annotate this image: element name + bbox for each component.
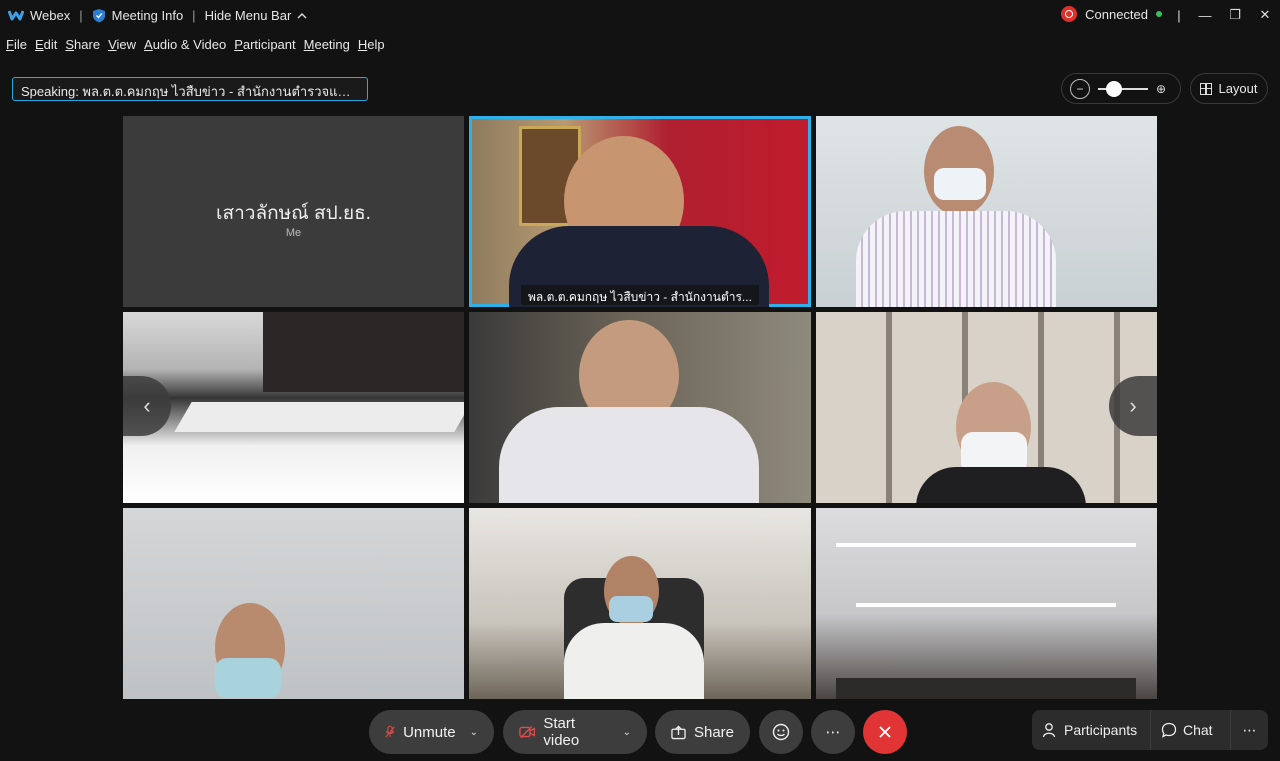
meeting-info-label: Meeting Info <box>111 7 184 23</box>
zoom-control[interactable]: − ⊕ <box>1061 73 1181 104</box>
start-video-label: Start video <box>543 715 580 749</box>
video-tile-me[interactable]: เสาวลักษณ์ สป.ยธ. Me <box>123 116 464 307</box>
video-tile-active-speaker[interactable]: พล.ต.ต.คมกฤษ ไวสืบข่าว - สำนักงานตำร... <box>469 116 811 307</box>
layout-label: Layout <box>1218 81 1258 96</box>
restore-icon[interactable]: ❐ <box>1220 7 1250 23</box>
more-icon: ⋯ <box>1242 721 1257 738</box>
app-brand: Webex <box>8 8 70 23</box>
chat-bubble-icon <box>1161 722 1177 738</box>
video-tile-participant-3[interactable] <box>816 116 1157 307</box>
person-icon <box>1042 723 1056 738</box>
hide-menu-bar-button[interactable]: Hide Menu Bar <box>205 8 308 23</box>
grid-icon <box>1200 82 1213 95</box>
leave-meeting-button[interactable] <box>863 710 907 754</box>
connected-indicator-icon <box>1156 11 1162 17</box>
minimize-icon[interactable]: — <box>1190 8 1220 23</box>
menu-file[interactable]: File <box>6 37 27 52</box>
layout-button[interactable]: Layout <box>1190 73 1268 104</box>
zoom-in-icon[interactable]: ⊕ <box>1156 82 1166 96</box>
share-label: Share <box>693 723 734 741</box>
menu-edit[interactable]: Edit <box>35 37 57 52</box>
menu-share[interactable]: Share <box>65 37 100 52</box>
face-mask <box>609 596 653 622</box>
face-mask <box>934 168 986 200</box>
window-controls: | — ❐ ✕ <box>1168 0 1280 30</box>
video-off-icon <box>519 726 536 738</box>
participant-body <box>499 407 759 503</box>
start-video-button[interactable]: Start video ⌄ <box>503 710 647 754</box>
meeting-info-button[interactable]: Meeting Info <box>92 7 184 23</box>
meeting-table <box>836 678 1136 699</box>
menu-bar: File Edit Share View Audio & Video Parti… <box>6 37 385 52</box>
share-button[interactable]: Share <box>655 710 750 754</box>
title-bar: Webex | Meeting Info | Hide Menu Bar Con… <box>0 0 1280 30</box>
hide-menu-bar-label: Hide Menu Bar <box>204 7 292 23</box>
microphone-muted-icon <box>385 725 395 738</box>
menu-participant[interactable]: Participant <box>234 37 295 52</box>
reactions-button[interactable] <box>759 710 803 754</box>
menu-audio-video[interactable]: Audio & Video <box>144 37 226 52</box>
face-mask <box>215 658 281 698</box>
menu-meeting[interactable]: Meeting <box>304 37 350 52</box>
recording-icon <box>1061 6 1078 22</box>
ceiling-light <box>856 603 1116 607</box>
zoom-out-icon[interactable]: − <box>1070 78 1090 99</box>
video-tile-participant-6[interactable] <box>816 312 1157 503</box>
zoom-slider-handle[interactable] <box>1106 80 1122 97</box>
video-tile-participant-8[interactable] <box>469 508 811 699</box>
chevron-down-icon[interactable]: ⌄ <box>470 727 478 738</box>
more-panels-button[interactable]: ⋯ <box>1230 710 1268 750</box>
chat-button[interactable]: Chat <box>1150 710 1230 750</box>
video-tile-participant-7[interactable] <box>123 508 464 699</box>
close-icon[interactable]: ✕ <box>1250 7 1280 23</box>
participant-body <box>916 467 1086 503</box>
more-icon: ⋯ <box>825 724 841 741</box>
shield-icon <box>92 8 105 22</box>
separator-bar-icon: | <box>1177 7 1181 23</box>
ceiling-light <box>836 543 1136 547</box>
self-name: เสาวลักษณ์ สป.ยธ. <box>216 203 371 224</box>
connection-status-label: Connected <box>1085 6 1148 22</box>
self-label: Me <box>285 227 302 239</box>
video-tile-participant-5[interactable] <box>469 312 811 503</box>
panel-buttons: Participants Chat ⋯ <box>1032 710 1268 750</box>
room-wall <box>263 312 464 392</box>
chevron-down-icon[interactable]: ⌄ <box>623 727 631 738</box>
active-speaker-label: Speaking: พล.ต.ต.คมกฤษ ไวสืบข่าว - สำนัก… <box>12 77 368 101</box>
more-options-button[interactable]: ⋯ <box>811 710 855 754</box>
participant-body <box>564 623 704 699</box>
participant-name-label: พล.ต.ต.คมกฤษ ไวสืบข่าว - สำนักงานตำร... <box>521 285 759 305</box>
zoom-slider[interactable] <box>1098 80 1148 97</box>
menu-view[interactable]: View <box>108 37 136 52</box>
webex-logo-icon <box>8 10 24 21</box>
video-tile-participant-9[interactable] <box>816 508 1157 699</box>
menu-help[interactable]: Help <box>358 37 385 52</box>
chevron-up-icon <box>297 12 307 18</box>
chat-label: Chat <box>1183 722 1213 738</box>
participants-label: Participants <box>1064 722 1138 738</box>
meeting-table <box>174 402 464 432</box>
share-screen-icon <box>671 724 686 739</box>
unmute-button[interactable]: Unmute ⌄ <box>369 710 494 754</box>
separator: | <box>79 7 83 23</box>
app-name: Webex <box>30 7 71 23</box>
participant-body <box>856 211 1056 307</box>
video-tile-participant-4[interactable] <box>123 312 464 503</box>
participants-button[interactable]: Participants <box>1032 710 1150 750</box>
emoji-reaction-icon <box>772 723 790 741</box>
separator: | <box>192 7 196 23</box>
connection-status: Connected <box>1061 6 1162 22</box>
close-icon <box>879 726 891 738</box>
unmute-label: Unmute <box>403 723 456 741</box>
